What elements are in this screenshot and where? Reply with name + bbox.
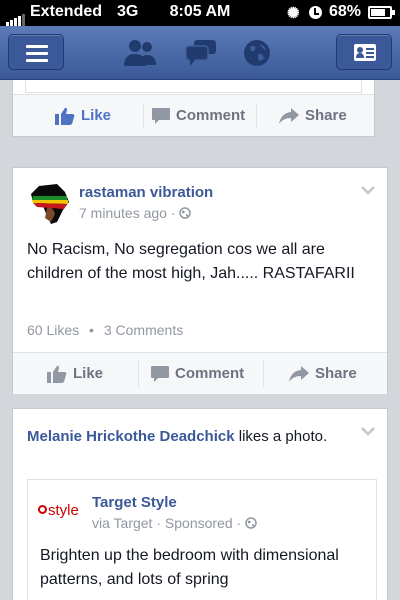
action-divider — [138, 361, 139, 387]
post-stats: 60 Likes • 3 Comments — [27, 322, 184, 338]
like-button[interactable]: Like — [47, 353, 103, 395]
chevron-down-icon[interactable] — [361, 186, 375, 195]
shared-ad-post[interactable]: style Target Style via Target · Sponsore… — [27, 479, 377, 600]
likes-count[interactable]: 60 Likes — [27, 322, 79, 338]
post-author-name[interactable]: rastaman vibration — [79, 184, 213, 201]
ad-page-name[interactable]: Target Style — [92, 494, 177, 511]
sponsored-label[interactable]: Sponsored — [165, 515, 233, 531]
story-action-bar: Like Comment Share — [13, 352, 387, 394]
like-label: Like — [81, 107, 112, 124]
public-globe-icon — [179, 207, 192, 219]
action-divider — [143, 103, 144, 129]
actor-name[interactable]: Melanie Hrickothe Deadchick — [27, 428, 235, 445]
ad-via[interactable]: via Target — [92, 515, 152, 531]
feed-story-liked-photo: Melanie Hrickothe Deadchick likes a phot… — [12, 408, 388, 600]
action-divider — [256, 103, 257, 129]
story-action-bar: Like Comment Share — [13, 94, 374, 136]
ad-message: Brighten up the bedroom with dimensional… — [40, 547, 339, 588]
share-button[interactable]: Share — [279, 95, 347, 137]
feed-story-previous: Like Comment Share — [12, 80, 375, 137]
notifications-globe-icon[interactable] — [242, 38, 272, 68]
author-avatar[interactable] — [27, 182, 71, 226]
like-button[interactable]: Like — [55, 95, 111, 137]
share-arrow-icon — [289, 366, 309, 383]
comment-bubble-icon — [152, 108, 170, 125]
share-label: Share — [305, 107, 347, 124]
attachment-bottom-edge — [25, 80, 362, 93]
comments-count[interactable]: 3 Comments — [104, 322, 183, 338]
share-arrow-icon — [279, 108, 299, 125]
profile-card-icon — [354, 44, 376, 61]
share-button[interactable]: Share — [289, 353, 357, 395]
story-verb: likes a photo. — [234, 428, 328, 445]
post-meta: 7 minutes ago · — [79, 205, 192, 221]
public-globe-icon — [245, 517, 257, 529]
comment-label: Comment — [176, 107, 246, 124]
comment-bubble-icon — [151, 366, 169, 383]
thumbs-up-icon — [55, 107, 75, 126]
alarm-clock-icon — [309, 6, 322, 19]
share-label: Share — [315, 365, 357, 382]
menu-button[interactable] — [8, 34, 64, 70]
like-label: Like — [73, 365, 104, 382]
target-style-logo[interactable]: style — [38, 502, 79, 519]
comment-button[interactable]: Comment — [151, 353, 244, 395]
battery-icon — [368, 6, 395, 19]
status-bar: Extended 3G 8:05 AM ✺ 68% — [0, 0, 400, 26]
action-divider — [263, 361, 264, 387]
friend-requests-icon[interactable] — [122, 38, 160, 68]
post-message: No Racism, No segregation cos we all are… — [27, 241, 355, 282]
story-header: Melanie Hrickothe Deadchick likes a phot… — [27, 425, 357, 449]
activity-spinner-icon: ✺ — [287, 5, 300, 22]
comment-label: Comment — [175, 365, 245, 382]
profile-button[interactable] — [336, 34, 392, 70]
comment-button[interactable]: Comment — [152, 95, 245, 137]
messages-icon[interactable] — [184, 38, 218, 68]
top-navigation-bar — [0, 26, 400, 80]
battery-percentage: 68% — [329, 3, 362, 20]
menu-icon — [26, 45, 48, 66]
ad-meta: via Target · Sponsored · — [92, 515, 257, 531]
thumbs-up-icon — [47, 365, 67, 384]
chevron-down-icon[interactable] — [361, 427, 375, 436]
feed-story-post: rastaman vibration 7 minutes ago · No Ra… — [12, 167, 388, 394]
post-timestamp[interactable]: 7 minutes ago — [79, 205, 167, 221]
